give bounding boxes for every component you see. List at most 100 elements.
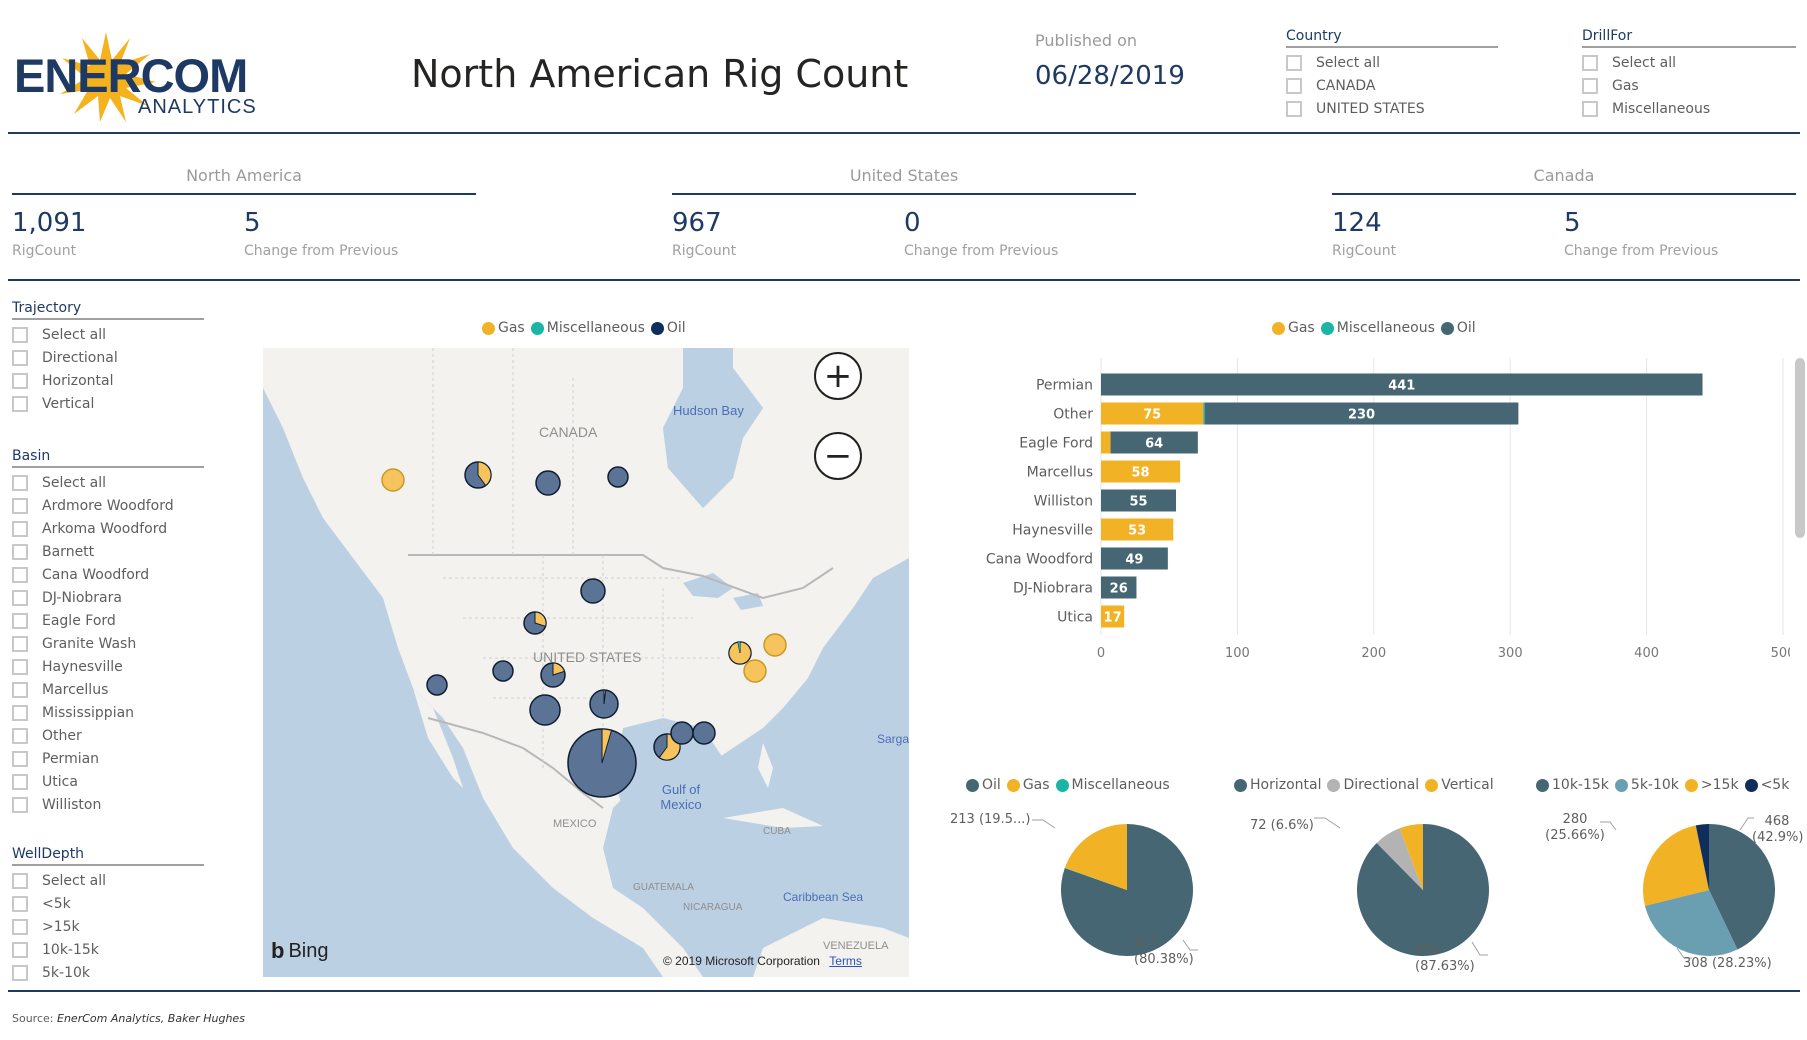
slicer-item-eagle-ford[interactable]: Eagle Ford: [12, 609, 204, 632]
legend-item-miscellaneous[interactable]: Miscellaneous: [1055, 777, 1170, 793]
slicer-item-directional[interactable]: Directional: [12, 346, 204, 369]
slicer-item-marcellus[interactable]: Marcellus: [12, 678, 204, 701]
checkbox[interactable]: [12, 658, 28, 675]
map-basin-marker[interactable]: [381, 468, 405, 492]
checkbox[interactable]: [12, 918, 28, 935]
map-basin-marker[interactable]: [763, 633, 787, 657]
rig-map[interactable]: CANADA UNITED STATES MEXICO CUBA GUATEMA…: [263, 348, 909, 977]
slicer-item-select-all[interactable]: Select all: [12, 471, 204, 494]
slicer-item-canada[interactable]: CANADA: [1286, 74, 1498, 97]
checkbox[interactable]: [1286, 77, 1302, 94]
checkbox[interactable]: [12, 589, 28, 606]
legend-item-gas[interactable]: Gas: [1272, 320, 1315, 336]
slicer-item-select-all[interactable]: Select all: [12, 323, 204, 346]
slicer-item-williston[interactable]: Williston: [12, 793, 204, 816]
map-basin-marker[interactable]: [535, 470, 561, 496]
checkbox[interactable]: [12, 750, 28, 767]
checkbox[interactable]: [12, 941, 28, 958]
map-basin-marker[interactable]: [692, 721, 716, 745]
checkbox[interactable]: [12, 326, 28, 343]
slicer-item-granite-wash[interactable]: Granite Wash: [12, 632, 204, 655]
checkbox[interactable]: [12, 372, 28, 389]
slicer-item-gas[interactable]: Gas: [1582, 74, 1796, 97]
legend-item-oil[interactable]: Oil: [966, 777, 1001, 793]
checkbox[interactable]: [12, 543, 28, 560]
map-basin-marker[interactable]: [580, 578, 606, 604]
map-basin-marker[interactable]: [728, 641, 752, 665]
checkbox[interactable]: [12, 895, 28, 912]
slicer-item-vertical[interactable]: Vertical: [12, 392, 204, 415]
checkbox[interactable]: [1286, 54, 1302, 71]
checkbox[interactable]: [12, 681, 28, 698]
legend-item-oil[interactable]: Oil: [1440, 320, 1476, 336]
legend-item-10k-15k[interactable]: 10k-15k: [1536, 777, 1609, 793]
zoom-out-button[interactable]: −: [814, 432, 862, 480]
legend-item-lt5k[interactable]: <5k: [1744, 777, 1789, 793]
map-basin-marker[interactable]: [743, 659, 767, 683]
slicer-item-horizontal[interactable]: Horizontal: [12, 369, 204, 392]
map-basin-marker[interactable]: [589, 689, 619, 719]
checkbox[interactable]: [12, 773, 28, 790]
checkbox[interactable]: [12, 474, 28, 491]
slicer-item-arkoma-woodford[interactable]: Arkoma Woodford: [12, 517, 204, 540]
map-basin-marker[interactable]: [567, 728, 637, 798]
legend-item-miscellaneous[interactable]: Miscellaneous: [530, 320, 645, 336]
slicer-item-select-all[interactable]: Select all: [1286, 51, 1498, 74]
slicer-item-mississippian[interactable]: Mississippian: [12, 701, 204, 724]
slicer-item-dj-niobrara[interactable]: DJ-Niobrara: [12, 586, 204, 609]
legend-item-vertical[interactable]: Vertical: [1425, 777, 1494, 793]
checkbox[interactable]: [12, 497, 28, 514]
checkbox[interactable]: [1286, 100, 1302, 117]
checkbox[interactable]: [12, 635, 28, 652]
legend-item-gas[interactable]: Gas: [482, 320, 525, 336]
legend-item-miscellaneous[interactable]: Miscellaneous: [1320, 320, 1435, 336]
slicer-item-15k[interactable]: >15k: [12, 915, 204, 938]
slicer-item-barnett[interactable]: Barnett: [12, 540, 204, 563]
legend-item-gas[interactable]: Gas: [1006, 777, 1050, 793]
checkbox[interactable]: [1582, 77, 1598, 94]
checkbox[interactable]: [12, 704, 28, 721]
map-basin-marker[interactable]: [607, 466, 629, 488]
checkbox[interactable]: [1582, 100, 1598, 117]
map-basin-marker[interactable]: [492, 660, 514, 682]
checkbox[interactable]: [12, 566, 28, 583]
map-basin-marker[interactable]: [529, 694, 561, 726]
slicer-item-permian[interactable]: Permian: [12, 747, 204, 770]
bar-segment-miscellaneous[interactable]: [1203, 402, 1205, 425]
bar-segment-gas[interactable]: [1101, 431, 1111, 454]
legend-item-gt15k[interactable]: >15k: [1684, 777, 1739, 793]
map-basin-marker[interactable]: [540, 662, 566, 688]
checkbox[interactable]: [12, 349, 28, 366]
slicer-item-cana-woodford[interactable]: Cana Woodford: [12, 563, 204, 586]
slicer-item-haynesville[interactable]: Haynesville: [12, 655, 204, 678]
slicer-item-select-all[interactable]: Select all: [1582, 51, 1796, 74]
slicer-item-ardmore-woodford[interactable]: Ardmore Woodford: [12, 494, 204, 517]
legend-item-oil[interactable]: Oil: [650, 320, 686, 336]
checkbox[interactable]: [12, 612, 28, 629]
checkbox[interactable]: [12, 520, 28, 537]
checkbox[interactable]: [12, 796, 28, 813]
legend-item-directional[interactable]: Directional: [1327, 777, 1419, 793]
slicer-item-other[interactable]: Other: [12, 724, 204, 747]
checkbox[interactable]: [12, 964, 28, 981]
bar-chart-scrollbar[interactable]: [1795, 358, 1805, 538]
legend-item-5k-10k[interactable]: 5k-10k: [1614, 777, 1679, 793]
slicer-item-utica[interactable]: Utica: [12, 770, 204, 793]
zoom-in-button[interactable]: +: [814, 352, 862, 400]
map-basin-marker[interactable]: [670, 721, 694, 745]
slicer-item-miscellaneous[interactable]: Miscellaneous: [1582, 97, 1796, 120]
map-basin-marker[interactable]: [464, 461, 492, 489]
slicer-item-5k-10k[interactable]: 5k-10k: [12, 961, 204, 984]
checkbox[interactable]: [12, 395, 28, 412]
slicer-item-select-all[interactable]: Select all: [12, 869, 204, 892]
legend-item-horizontal[interactable]: Horizontal: [1234, 777, 1321, 793]
map-basin-marker[interactable]: [426, 674, 448, 696]
map-basin-marker[interactable]: [523, 611, 547, 635]
checkbox[interactable]: [1582, 54, 1598, 71]
checkbox[interactable]: [12, 727, 28, 744]
slicer-item-10k-15k[interactable]: 10k-15k: [12, 938, 204, 961]
terms-link[interactable]: Terms: [829, 954, 862, 968]
checkbox[interactable]: [12, 872, 28, 889]
slicer-item-5k[interactable]: <5k: [12, 892, 204, 915]
slicer-item-united-states[interactable]: UNITED STATES: [1286, 97, 1498, 120]
